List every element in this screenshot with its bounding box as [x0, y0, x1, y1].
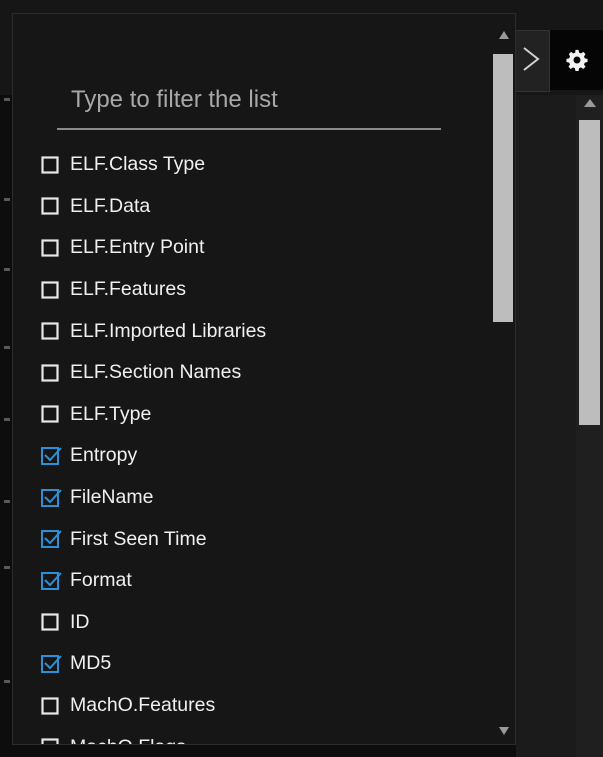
triangle-down-icon[interactable] [498, 726, 510, 736]
column-option[interactable]: ELF.Class Type [13, 144, 483, 186]
checkbox-icon[interactable] [41, 737, 61, 744]
checkbox-icon[interactable] [41, 155, 61, 175]
column-option-label: MachO.Flags [70, 736, 186, 744]
column-option[interactable]: ID [13, 602, 483, 644]
checkbox-icon[interactable] [41, 321, 61, 341]
column-option-label: ELF.Features [70, 278, 186, 301]
filter-input[interactable] [57, 74, 441, 126]
column-option[interactable]: ELF.Data [13, 186, 483, 228]
checkbox-icon[interactable] [41, 404, 61, 424]
triangle-up-icon[interactable] [498, 30, 510, 40]
column-option[interactable]: ELF.Features [13, 269, 483, 311]
column-option-label: MachO.Features [70, 694, 216, 717]
column-option-label: ELF.Type [70, 402, 152, 425]
filter-field [57, 74, 441, 130]
column-option[interactable]: ELF.Imported Libraries [13, 310, 483, 352]
column-option[interactable]: MachO.Features [13, 685, 483, 727]
column-option-label: Format [70, 569, 132, 592]
checkbox-icon[interactable] [41, 196, 61, 216]
column-option[interactable]: ELF.Entry Point [13, 227, 483, 269]
column-option[interactable]: ELF.Type [13, 394, 483, 436]
column-option[interactable]: Format [13, 560, 483, 602]
column-option[interactable]: MD5 [13, 643, 483, 685]
column-option-label: ELF.Entry Point [70, 236, 205, 259]
settings-button[interactable] [549, 30, 603, 90]
checkbox-icon[interactable] [41, 363, 61, 383]
column-option-label: FileName [70, 486, 154, 509]
column-picker-dropdown: ELF.Class Type ELF.Data ELF.Entry Point ELF… [12, 13, 516, 745]
app-window: ELF.Class Type ELF.Data ELF.Entry Point ELF… [0, 0, 603, 757]
column-option[interactable]: First Seen Time [13, 518, 483, 560]
checkbox-checked-icon[interactable] [41, 488, 62, 508]
checkbox-checked-icon[interactable] [41, 654, 62, 674]
chevron-right-icon [523, 47, 540, 71]
checkbox-checked-icon[interactable] [41, 446, 62, 466]
column-option-label: First Seen Time [70, 527, 207, 550]
list-scrollbar[interactable] [491, 14, 515, 744]
column-option[interactable]: ELF.Section Names [13, 352, 483, 394]
checkbox-icon[interactable] [41, 238, 61, 258]
checkbox-checked-icon[interactable] [41, 529, 62, 549]
background-scrollbar-thumb[interactable] [579, 120, 600, 425]
list-scrollbar-thumb[interactable] [493, 54, 513, 322]
checkbox-icon[interactable] [41, 612, 61, 632]
column-option[interactable]: MachO.Flags [13, 726, 483, 744]
column-option[interactable]: Entropy [13, 435, 483, 477]
column-option[interactable]: FileName [13, 477, 483, 519]
gear-icon [566, 49, 588, 71]
column-option-label: ELF.Imported Libraries [70, 319, 267, 342]
column-option-label: ELF.Class Type [70, 153, 206, 176]
column-option-label: MD5 [70, 652, 112, 675]
triangle-up-icon[interactable] [583, 98, 597, 108]
checkbox-checked-icon[interactable] [41, 571, 62, 591]
column-option-label: ID [70, 610, 90, 633]
column-option-label: ELF.Section Names [70, 361, 242, 384]
column-list: ELF.Class Type ELF.Data ELF.Entry Point ELF… [13, 144, 483, 744]
column-option-label: Entropy [70, 444, 138, 467]
column-option-label: ELF.Data [70, 194, 151, 217]
checkbox-icon[interactable] [41, 280, 61, 300]
background-row-markers [0, 0, 10, 757]
checkbox-icon[interactable] [41, 696, 61, 716]
